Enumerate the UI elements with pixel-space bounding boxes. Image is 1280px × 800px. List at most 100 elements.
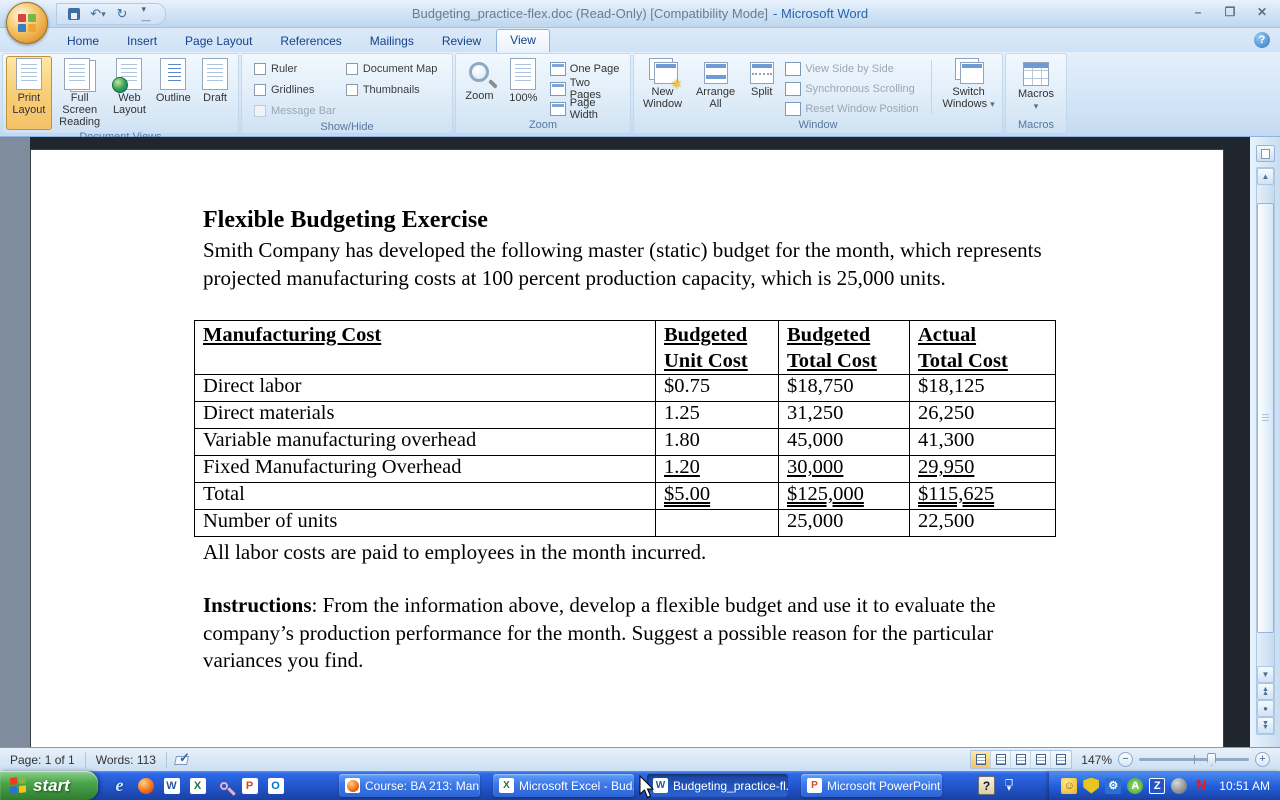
one-page-button[interactable]: One Page — [547, 59, 627, 78]
powerpoint-icon[interactable]: P — [240, 776, 259, 795]
shield-icon[interactable] — [1083, 778, 1099, 794]
thumbnails-checkbox[interactable]: Thumbnails — [346, 81, 438, 99]
ruler-icon — [1261, 149, 1270, 159]
arrange-all-button[interactable]: Arrange All — [690, 56, 741, 118]
view-web-layout-button[interactable] — [1011, 751, 1031, 768]
word-icon[interactable]: W — [162, 776, 181, 795]
minimize-button[interactable]: – — [1188, 4, 1208, 20]
vertical-scrollbar[interactable]: ▲ ▼ ▲▲ ● ▼▼ — [1256, 167, 1275, 735]
a-badge-icon[interactable]: A — [1127, 778, 1143, 794]
start-button[interactable]: start — [0, 771, 98, 800]
view-outline-button[interactable] — [1031, 751, 1051, 768]
page-width-icon — [550, 102, 566, 116]
zoom-level[interactable]: 147% — [1078, 753, 1112, 767]
zoom-100-button[interactable]: 100% — [504, 56, 543, 118]
orb-icon[interactable] — [1171, 778, 1187, 794]
novell-icon[interactable]: N — [1193, 778, 1209, 794]
zoom-in-button[interactable]: + — [1255, 752, 1270, 767]
split-icon — [750, 62, 774, 84]
office-button[interactable] — [6, 2, 48, 44]
document-page[interactable]: Flexible Budgeting Exercise Smith Compan… — [30, 149, 1224, 747]
draft-button[interactable]: Draft — [195, 56, 235, 130]
table-row: Total $5.00 $125,000 $115,625 — [195, 483, 1056, 510]
view-draft-button[interactable] — [1051, 751, 1071, 768]
help-tool-icon[interactable]: ? — [978, 776, 995, 795]
task-powerpoint[interactable]: P Microsoft PowerPoint ... — [801, 774, 942, 797]
tab-page-layout[interactable]: Page Layout — [172, 30, 265, 52]
web-layout-button[interactable]: Web Layout — [108, 56, 152, 130]
next-page-button[interactable]: ▼▼ — [1257, 717, 1274, 734]
firefox-icon[interactable] — [136, 776, 155, 795]
save-button[interactable] — [65, 6, 83, 22]
scroll-thumb[interactable] — [1257, 203, 1274, 633]
tab-review[interactable]: Review — [429, 30, 494, 52]
key-icon[interactable] — [214, 776, 233, 795]
previous-page-button[interactable]: ▲▲ — [1257, 683, 1274, 700]
zoom-out-button[interactable]: − — [1118, 752, 1133, 767]
full-screen-reading-icon — [64, 58, 90, 90]
reset-position-icon — [785, 102, 801, 116]
print-layout-button[interactable]: Print Layout — [6, 56, 52, 130]
collapse-tray-icon[interactable]: ❒▾ — [1005, 781, 1013, 791]
side-by-side-icon — [785, 62, 801, 76]
scroll-up-button[interactable]: ▲ — [1257, 168, 1274, 185]
undo-button[interactable]: ↶▾ — [89, 6, 107, 22]
proofing-status-icon[interactable]: ✓ — [175, 753, 191, 767]
zoom-button[interactable]: Zoom — [459, 56, 500, 118]
tab-mailings[interactable]: Mailings — [357, 30, 427, 52]
tab-insert[interactable]: Insert — [114, 30, 170, 52]
document-heading: Flexible Budgeting Exercise — [203, 206, 1055, 234]
tab-view[interactable]: View — [496, 29, 550, 52]
intro-paragraph: Smith Company has developed the followin… — [203, 237, 1055, 292]
scroll-track[interactable] — [1257, 185, 1274, 666]
view-print-layout-button[interactable] — [971, 751, 991, 768]
macros-button[interactable]: Macros ▾ — [1010, 56, 1062, 118]
view-full-screen-button[interactable] — [991, 751, 1011, 768]
windows-flag-icon — [10, 776, 27, 795]
word-count[interactable]: Words: 113 — [86, 753, 166, 767]
z-badge-icon[interactable]: Z — [1149, 778, 1165, 794]
note-paragraph: All labor costs are paid to employees in… — [203, 539, 1055, 566]
outline-button[interactable]: Outline — [151, 56, 195, 130]
excel-icon[interactable]: X — [188, 776, 207, 795]
page-count[interactable]: Page: 1 of 1 — [0, 753, 85, 767]
draft-mini-icon — [1056, 754, 1066, 765]
task-buttons: Course: BA 213: Man... X Microsoft Excel… — [295, 774, 942, 797]
task-word-active[interactable]: W Budgeting_practice-fl... — [647, 774, 788, 797]
document-map-checkbox[interactable]: Document Map — [346, 60, 438, 78]
split-button[interactable]: Split — [743, 56, 780, 118]
zoom-slider[interactable] — [1139, 758, 1249, 761]
internet-explorer-icon[interactable]: e — [110, 776, 129, 795]
task-excel[interactable]: X Microsoft Excel - Bud... — [493, 774, 634, 797]
tab-references[interactable]: References — [267, 30, 354, 52]
document-area: Flexible Budgeting Exercise Smith Compan… — [0, 137, 1280, 747]
task-firefox-course[interactable]: Course: BA 213: Man... — [339, 774, 480, 797]
qat-customize-button[interactable]: ▾— — [137, 6, 155, 22]
clock[interactable]: 10:51 AM — [1215, 779, 1270, 793]
two-pages-button[interactable]: Two Pages — [547, 79, 627, 98]
reset-window-position-button: Reset Window Position — [782, 99, 925, 118]
redo-button[interactable]: ↻ — [113, 6, 131, 22]
checkbox-icon — [346, 63, 358, 75]
help-icon[interactable]: ? — [1254, 32, 1270, 48]
ruler-checkbox[interactable]: Ruler — [254, 60, 336, 78]
ruler-toggle-button[interactable] — [1256, 145, 1275, 162]
page-shadow — [1224, 137, 1250, 747]
page-width-button[interactable]: Page Width — [547, 99, 627, 118]
browse-object-icon: ● — [1263, 704, 1268, 713]
tab-home[interactable]: Home — [54, 30, 112, 52]
messenger-icon[interactable]: ☺ — [1061, 778, 1077, 794]
close-button[interactable]: ✕ — [1252, 4, 1272, 20]
one-page-icon — [550, 62, 566, 76]
gridlines-checkbox[interactable]: Gridlines — [254, 81, 336, 99]
zoom-slider-thumb[interactable] — [1207, 753, 1216, 766]
select-browse-object-button[interactable]: ● — [1257, 700, 1274, 717]
switch-windows-button[interactable]: Switch Windows ▾ — [938, 56, 999, 118]
outlook-icon[interactable]: O — [266, 776, 285, 795]
scroll-down-button[interactable]: ▼ — [1257, 666, 1274, 683]
star-icon: ✶ — [671, 79, 683, 89]
tool-icon[interactable]: ⚙ — [1105, 778, 1121, 794]
full-screen-reading-button[interactable]: Full Screen Reading — [52, 56, 108, 130]
restore-button[interactable]: ❐ — [1220, 4, 1240, 20]
new-window-button[interactable]: ✶ New Window — [637, 56, 688, 118]
